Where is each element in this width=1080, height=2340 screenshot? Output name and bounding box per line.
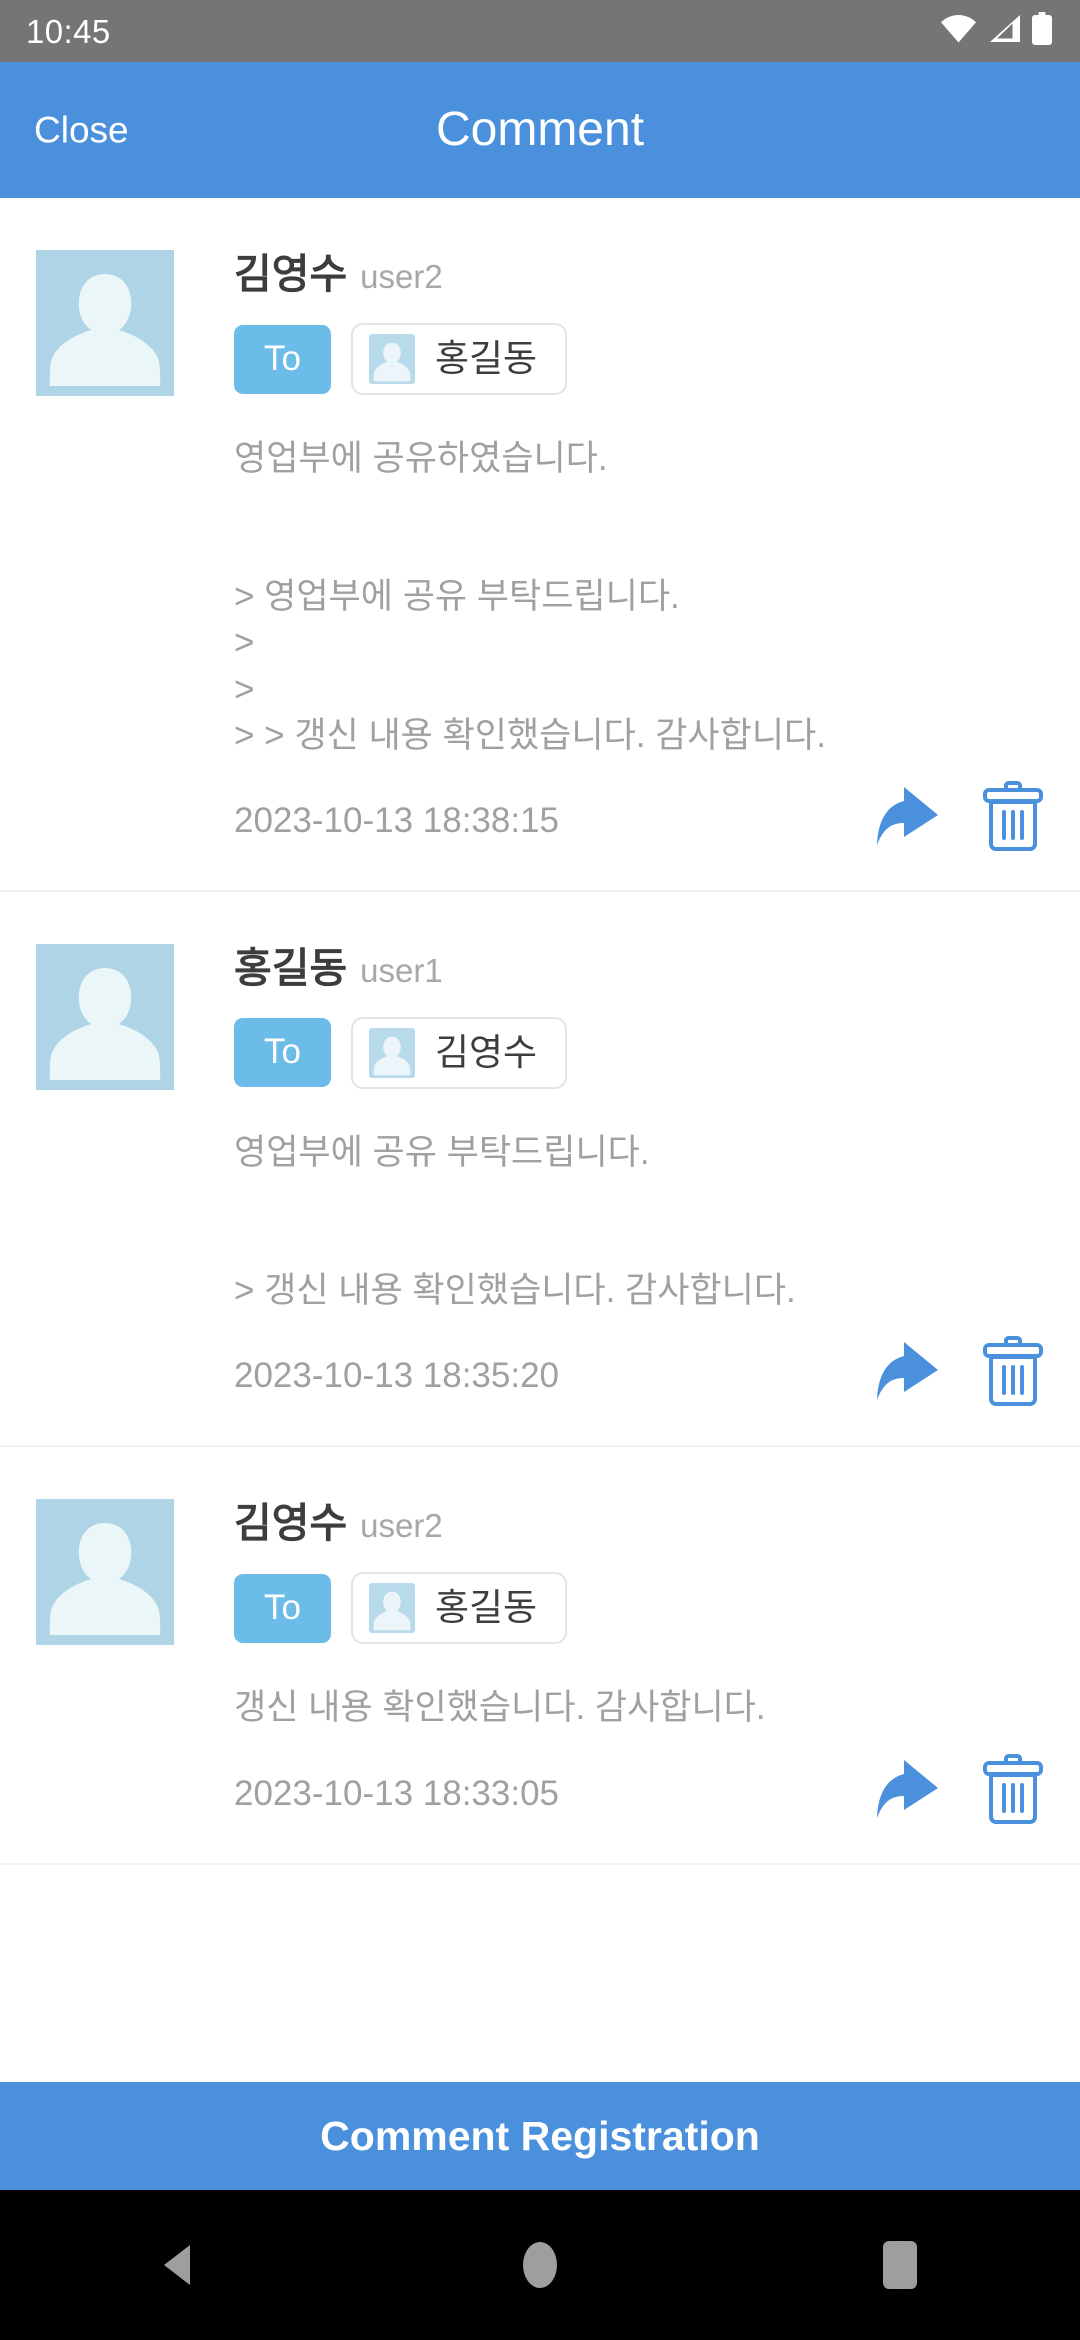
- comment-actions: [876, 780, 1044, 860]
- battery-icon: [1032, 12, 1052, 50]
- recipient-name: 홍길동: [434, 1586, 538, 1628]
- comment-body-line: > 갱신 내용 확인했습니다. 감사합니다.: [234, 1271, 796, 1311]
- android-nav-bar: [0, 2190, 1080, 2340]
- comment-meta: 홍길동 user1 To 김영수: [234, 944, 1046, 1089]
- nav-back-button[interactable]: [0, 2242, 360, 2288]
- recipient-row: To 홍길동: [234, 323, 1046, 395]
- recipient-chip[interactable]: 홍길동: [350, 1572, 568, 1645]
- nav-home-button[interactable]: [360, 2239, 720, 2291]
- wifi-icon: [940, 14, 977, 48]
- delete-icon[interactable]: [982, 1336, 1044, 1411]
- comment-body-line: >: [234, 623, 255, 663]
- status-bar-icons: [940, 12, 1052, 50]
- recipient-name: 홍길동: [434, 337, 538, 379]
- to-badge: To: [234, 1573, 331, 1643]
- author-row: 홍길동 user1: [234, 944, 1046, 991]
- comment-body-line: > 영업부에 공유 부탁드립니다.: [234, 577, 680, 617]
- author-row: 김영수 user2: [234, 254, 1046, 295]
- comment-body: 영업부에 공유 부탁드립니다. > 갱신 내용 확인했습니다. 감사합니다.: [234, 1130, 1046, 1314]
- comment-card: 김영수 user2 To 홍길동 갱신 내용 확인했습니다. 감사합니다. 20…: [0, 1447, 1080, 1865]
- recipient-avatar-icon: [368, 1027, 415, 1078]
- comment-registration-button[interactable]: Comment Registration: [0, 2082, 1080, 2190]
- comment-body: 갱신 내용 확인했습니다. 감사합니다.: [234, 1685, 1046, 1731]
- recipient-avatar-icon: [368, 1583, 415, 1634]
- comment-header: 김영수 user2 To 홍길동: [36, 1499, 1046, 1646]
- reply-icon[interactable]: [876, 783, 948, 854]
- back-icon: [164, 2245, 190, 2285]
- to-badge: To: [234, 1018, 331, 1088]
- comment-body: 영업부에 공유하였습니다. > 영업부에 공유 부탁드립니다. > > > > …: [234, 436, 1046, 759]
- comment-footer: 2023-10-13 18:33:05: [234, 1753, 1046, 1833]
- comment-body-line: [234, 528, 1046, 574]
- page-title: Comment: [435, 103, 645, 156]
- timestamp: 2023-10-13 18:33:05: [234, 1773, 559, 1813]
- author-id: user1: [360, 951, 443, 989]
- avatar: [36, 250, 174, 396]
- author-id: user2: [360, 1507, 443, 1545]
- comment-list[interactable]: 김영수 user2 To 홍길동 영업부에 공유하였습니다. > 영업부에 공유…: [0, 198, 1080, 2082]
- recents-icon: [883, 2241, 917, 2289]
- comment-meta: 김영수 user2 To 홍길동: [234, 1499, 1046, 1645]
- comment-body-line: [234, 482, 1046, 528]
- comment-header: 홍길동 user1 To 김영수: [36, 943, 1046, 1090]
- to-badge: To: [234, 324, 331, 394]
- close-button[interactable]: Close: [22, 102, 141, 159]
- status-bar: 10:45: [0, 0, 1080, 62]
- comment-body-line: 영업부에 공유 부탁드립니다.: [234, 1132, 650, 1172]
- comment-registration-label: Comment Registration: [320, 2112, 760, 2159]
- app-screen: 10:45 Comment Close 김영수 user2 To 홍길동 영업부…: [0, 0, 1080, 2340]
- recipient-row: To 홍길동: [234, 1572, 1046, 1645]
- recipient-avatar-icon: [368, 334, 415, 384]
- author-row: 김영수 user2: [234, 1503, 1046, 1544]
- comment-footer: 2023-10-13 18:35:20: [234, 1336, 1046, 1415]
- recipient-row: To 김영수: [234, 1016, 1046, 1089]
- home-icon: [523, 2242, 557, 2288]
- recipient-chip[interactable]: 김영수: [350, 1016, 568, 1089]
- recipient-name: 김영수: [434, 1031, 538, 1073]
- comment-meta: 김영수 user2 To 홍길동: [234, 250, 1046, 395]
- comment-body-line: >: [234, 669, 255, 709]
- comment-card: 홍길동 user1 To 김영수 영업부에 공유 부탁드립니다. > 갱신 내용…: [0, 891, 1080, 1448]
- app-header: Comment Close: [0, 62, 1080, 198]
- comment-body-line: [234, 1222, 1046, 1268]
- comment-body-line: > > 갱신 내용 확인했습니다. 감사합니다.: [234, 715, 826, 755]
- author-name: 김영수: [234, 251, 348, 297]
- comment-body-line: 영업부에 공유하였습니다.: [234, 439, 608, 478]
- comment-actions: [876, 1336, 1044, 1415]
- recipient-chip[interactable]: 홍길동: [350, 323, 568, 395]
- reply-icon[interactable]: [876, 1756, 948, 1827]
- comment-header: 김영수 user2 To 홍길동: [36, 250, 1046, 396]
- avatar: [36, 943, 174, 1090]
- delete-icon[interactable]: [982, 780, 1044, 856]
- comment-footer: 2023-10-13 18:38:15: [234, 780, 1046, 860]
- cellular-signal-icon: [988, 14, 1021, 48]
- author-name: 홍길동: [234, 944, 348, 991]
- timestamp: 2023-10-13 18:35:20: [234, 1356, 559, 1396]
- delete-icon[interactable]: [982, 1753, 1044, 1829]
- reply-icon[interactable]: [876, 1338, 948, 1409]
- comment-body-line: [234, 1176, 1046, 1222]
- status-bar-clock: 10:45: [26, 12, 111, 50]
- nav-recents-button[interactable]: [720, 2239, 1080, 2291]
- avatar: [36, 1499, 174, 1646]
- timestamp: 2023-10-13 18:38:15: [234, 800, 559, 840]
- comment-actions: [876, 1753, 1044, 1833]
- comment-body-line: 갱신 내용 확인했습니다. 감사합니다.: [234, 1688, 766, 1728]
- comment-card: 김영수 user2 To 홍길동 영업부에 공유하였습니다. > 영업부에 공유…: [0, 198, 1080, 892]
- author-name: 김영수: [234, 1500, 348, 1547]
- author-id: user2: [360, 258, 443, 295]
